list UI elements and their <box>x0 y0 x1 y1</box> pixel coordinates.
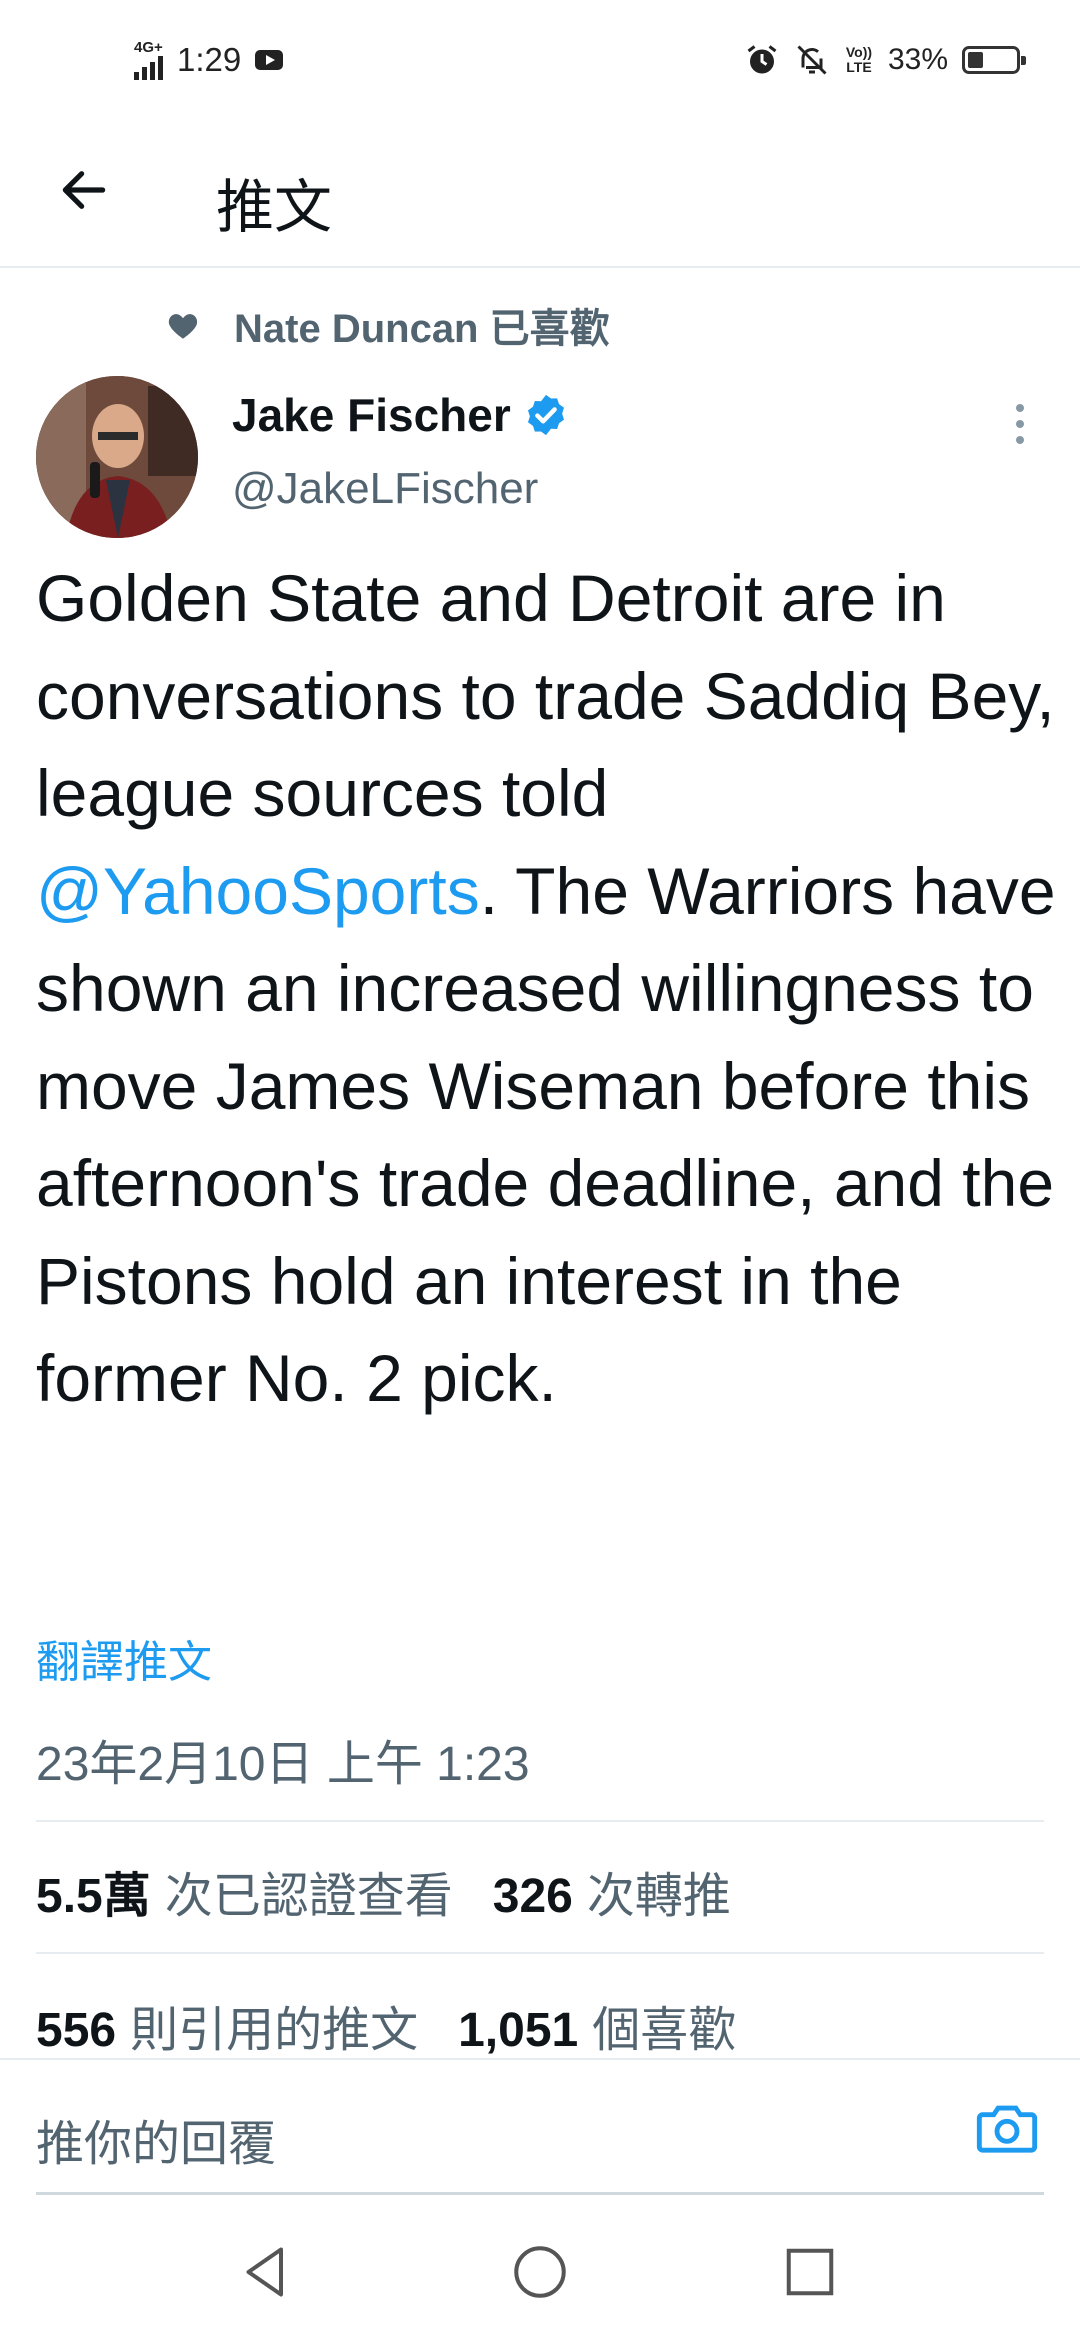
divider <box>36 1820 1044 1822</box>
status-bar: 4G+ 1:29 Vo)) LTE 33% <box>0 0 1080 120</box>
quotes-count: 556 <box>36 2004 117 2057</box>
recents-square-icon[interactable] <box>780 2242 840 2302</box>
status-left: 4G+ 1:29 <box>134 38 284 82</box>
status-time: 1:29 <box>177 41 242 78</box>
retweets-label: 次轉推 <box>586 1870 731 1923</box>
likes-stat[interactable]: 1,051 個喜歡 <box>458 1990 736 2060</box>
tweet-timestamp[interactable]: 23年2月10日 上午 1:23 <box>36 1724 530 1794</box>
heart-icon <box>168 314 198 339</box>
reply-bar: 推你的回覆 <box>0 2058 1080 2194</box>
author-handle: @JakeLFischer <box>232 464 539 513</box>
quotes-stat[interactable]: 556 則引用的推文 <box>36 1990 418 2060</box>
more-dot-icon <box>1016 404 1024 412</box>
avatar-photo <box>36 376 198 538</box>
tweet-text: Golden State and Detroit are in conversa… <box>36 550 1056 1428</box>
quotes-label: 則引用的推文 <box>130 2004 419 2057</box>
likes-count: 1,051 <box>458 2004 579 2057</box>
mute-bell-icon <box>797 45 827 75</box>
views-count: 5.5萬 <box>36 1870 151 1923</box>
likes-label: 個喜歡 <box>592 2004 737 2057</box>
verified-badge-icon <box>527 394 564 436</box>
avatar[interactable] <box>36 376 198 538</box>
liked-by-text: Nate Duncan 已喜歡 <box>234 307 610 351</box>
tweet-text-after: . The Warriors have shown an increased w… <box>36 853 1056 1416</box>
page-title: 推文 <box>216 175 333 240</box>
youtube-icon <box>255 50 284 70</box>
more-options-button[interactable] <box>1000 396 1040 452</box>
network-type: 4G+ <box>134 39 163 56</box>
more-dot-icon <box>1016 436 1024 444</box>
stats-row-views: 5.5萬 次已認證查看 326 次轉推 <box>36 1856 771 1926</box>
divider <box>36 1952 1044 1954</box>
author-name-row[interactable]: Jake Fischer <box>232 388 569 442</box>
system-nav-bar <box>0 2200 1080 2340</box>
back-triangle-icon[interactable] <box>236 2242 296 2302</box>
network-indicator: 4G+ <box>134 40 163 80</box>
volte-icon: Vo)) LTE <box>845 44 873 75</box>
mention-link[interactable]: @YahooSports <box>36 854 480 928</box>
tweet-text-before: Golden State and Detroit are in conversa… <box>36 561 1055 830</box>
back-arrow-icon <box>62 171 106 209</box>
battery-level <box>968 52 983 68</box>
stats-row-engagement: 556 則引用的推文 1,051 個喜歡 <box>36 1990 776 2060</box>
author-name: Jake Fischer <box>232 389 511 441</box>
battery-icon <box>962 46 1026 74</box>
translate-tweet-link[interactable]: 翻譯推文 <box>36 1626 212 1690</box>
retweets-stat[interactable]: 326 次轉推 <box>493 1856 731 1926</box>
app-header: 推文 <box>0 120 1080 268</box>
status-right: Vo)) LTE 33% <box>744 38 1026 82</box>
home-circle-icon[interactable] <box>510 2242 570 2302</box>
alarm-icon <box>747 45 777 74</box>
retweets-count: 326 <box>492 1870 573 1923</box>
reply-input[interactable]: 推你的回覆 <box>36 2104 276 2174</box>
liked-by-row[interactable]: Nate Duncan 已喜歡 <box>166 296 610 354</box>
views-stat[interactable]: 5.5萬 次已認證查看 <box>36 1856 453 1926</box>
views-label: 次已認證查看 <box>164 1870 453 1923</box>
camera-icon[interactable] <box>976 2100 1038 2156</box>
signal-icon <box>134 56 163 80</box>
reply-underline <box>36 2192 1044 2195</box>
battery-percent: 33% <box>887 43 948 76</box>
more-dot-icon <box>1016 420 1024 428</box>
back-button[interactable] <box>48 154 120 226</box>
